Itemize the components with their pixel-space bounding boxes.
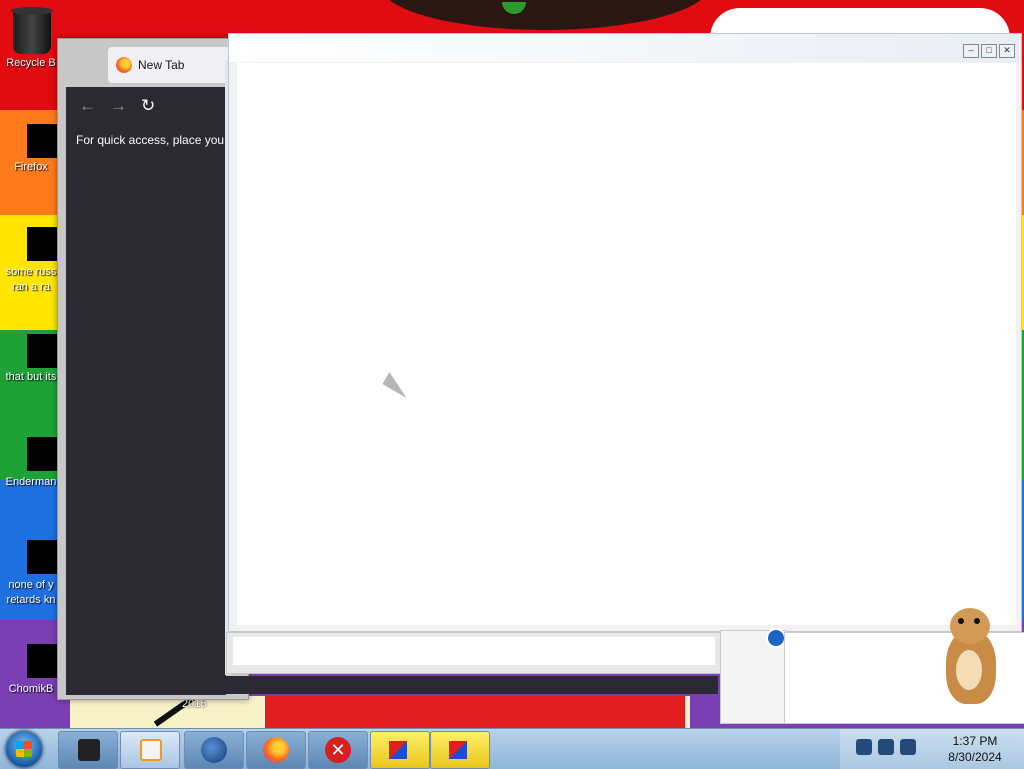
bookmarks-hint-text: For quick access, place your bbox=[76, 133, 224, 147]
hamster-belly bbox=[956, 650, 982, 690]
taskbar-item-globe[interactable] bbox=[184, 731, 244, 769]
error-x-icon: ✕ bbox=[325, 737, 351, 763]
cube-app-icon bbox=[389, 741, 407, 759]
blue-circle-icon bbox=[766, 628, 786, 648]
desktop-icon-enderman[interactable]: Enderman bbox=[0, 425, 62, 490]
desktop-icon-label: Enderman bbox=[5, 476, 57, 488]
desktop-icon-label: that but its bbox=[5, 371, 57, 383]
desktop-icon-none-of-y[interactable]: none of y retards kn bbox=[0, 528, 62, 608]
minimize-button[interactable]: – bbox=[963, 44, 979, 58]
tray-network-icon[interactable] bbox=[900, 739, 916, 755]
hamster-head bbox=[950, 608, 990, 644]
windows-logo-icon bbox=[16, 741, 32, 757]
window-client-area bbox=[237, 63, 1016, 625]
desktop-icon-label-line2: ran a ra bbox=[12, 281, 50, 293]
desktop-icon-label: none of y bbox=[8, 579, 54, 591]
wallpaper-dot bbox=[502, 2, 526, 14]
file-icon bbox=[13, 632, 61, 682]
file-icon bbox=[13, 322, 61, 370]
file-icon bbox=[13, 215, 61, 265]
desktop-icon-label: ChomikB bbox=[8, 683, 54, 695]
wallpaper-arc bbox=[380, 0, 710, 30]
clock-time: 1:37 PM bbox=[952, 734, 998, 748]
desktop-icon-recycle-bin[interactable]: Recycle B bbox=[0, 6, 62, 71]
back-arrow-icon[interactable]: ← bbox=[79, 96, 96, 116]
firefox-icon bbox=[263, 737, 289, 763]
file-icon bbox=[13, 425, 61, 475]
taskbar-item-app-2[interactable] bbox=[430, 731, 490, 769]
desktop-icon-some-russ[interactable]: some russ ran a ra bbox=[0, 215, 62, 295]
forward-arrow-icon[interactable]: → bbox=[110, 96, 127, 116]
tray-clock[interactable]: 1:37 PM 8/30/2024 bbox=[930, 733, 1020, 765]
media-player-icon bbox=[140, 739, 162, 761]
hamster-eye bbox=[958, 618, 964, 624]
recycle-bin-icon bbox=[11, 6, 53, 56]
desktop-icon-label: Recycle B bbox=[6, 57, 56, 69]
taskbar-item-firefox[interactable] bbox=[246, 731, 306, 769]
firefox-icon bbox=[13, 112, 61, 160]
hamster-image[interactable] bbox=[940, 606, 1002, 706]
taskbar-item-media-player[interactable] bbox=[120, 731, 180, 769]
window-titlebar[interactable] bbox=[229, 34, 1021, 62]
globe-icon bbox=[201, 737, 227, 763]
desktop-icon-label: some russ bbox=[5, 266, 57, 278]
firefox-content-area bbox=[66, 87, 226, 695]
tab-title: New Tab bbox=[138, 58, 185, 72]
file-icon bbox=[13, 528, 61, 578]
lower-window-inner bbox=[233, 637, 715, 665]
lower-window-edge bbox=[226, 632, 722, 674]
cube-app-icon bbox=[449, 741, 467, 759]
desktop-icon-firefox[interactable]: Firefox bbox=[0, 112, 62, 175]
navigation-toolbar: ← → ↻ bbox=[79, 96, 155, 116]
taskbar-item-app-1[interactable] bbox=[370, 731, 430, 769]
tray-folder-icon[interactable] bbox=[878, 739, 894, 755]
tray-shield-icon[interactable] bbox=[856, 739, 872, 755]
close-button[interactable]: ✕ bbox=[999, 44, 1015, 58]
maximize-button[interactable]: □ bbox=[981, 44, 997, 58]
tray-icons bbox=[856, 739, 916, 755]
taskbar: ✕ 1:37 PM 8/30/2024 bbox=[0, 728, 1024, 769]
desktop-icon-label: Firefox bbox=[14, 161, 48, 173]
desktop-icon-label-line2: retards kn bbox=[6, 594, 56, 606]
tab-new-tab[interactable]: New Tab bbox=[108, 47, 233, 83]
desktop-icon-that-but-its[interactable]: that but its bbox=[0, 322, 62, 385]
blank-window: – □ ✕ bbox=[228, 33, 1022, 632]
taskbar-item-terminal[interactable] bbox=[58, 731, 118, 769]
start-button[interactable] bbox=[6, 731, 42, 767]
window-controls: – □ ✕ bbox=[963, 44, 1015, 58]
reload-icon[interactable]: ↻ bbox=[141, 96, 155, 116]
hamster-eye bbox=[974, 618, 980, 624]
clock-date: 8/30/2024 bbox=[948, 750, 1002, 764]
firefox-bottom-bar bbox=[66, 676, 718, 694]
taskbar-item-error[interactable]: ✕ bbox=[308, 731, 368, 769]
wallpaper-red-block bbox=[265, 696, 685, 732]
firefox-logo-icon bbox=[116, 57, 132, 73]
wallpaper-cream-strip bbox=[70, 687, 690, 732]
desktop-icon-chomikb[interactable]: ChomikB bbox=[0, 632, 62, 697]
terminal-icon bbox=[78, 739, 100, 761]
